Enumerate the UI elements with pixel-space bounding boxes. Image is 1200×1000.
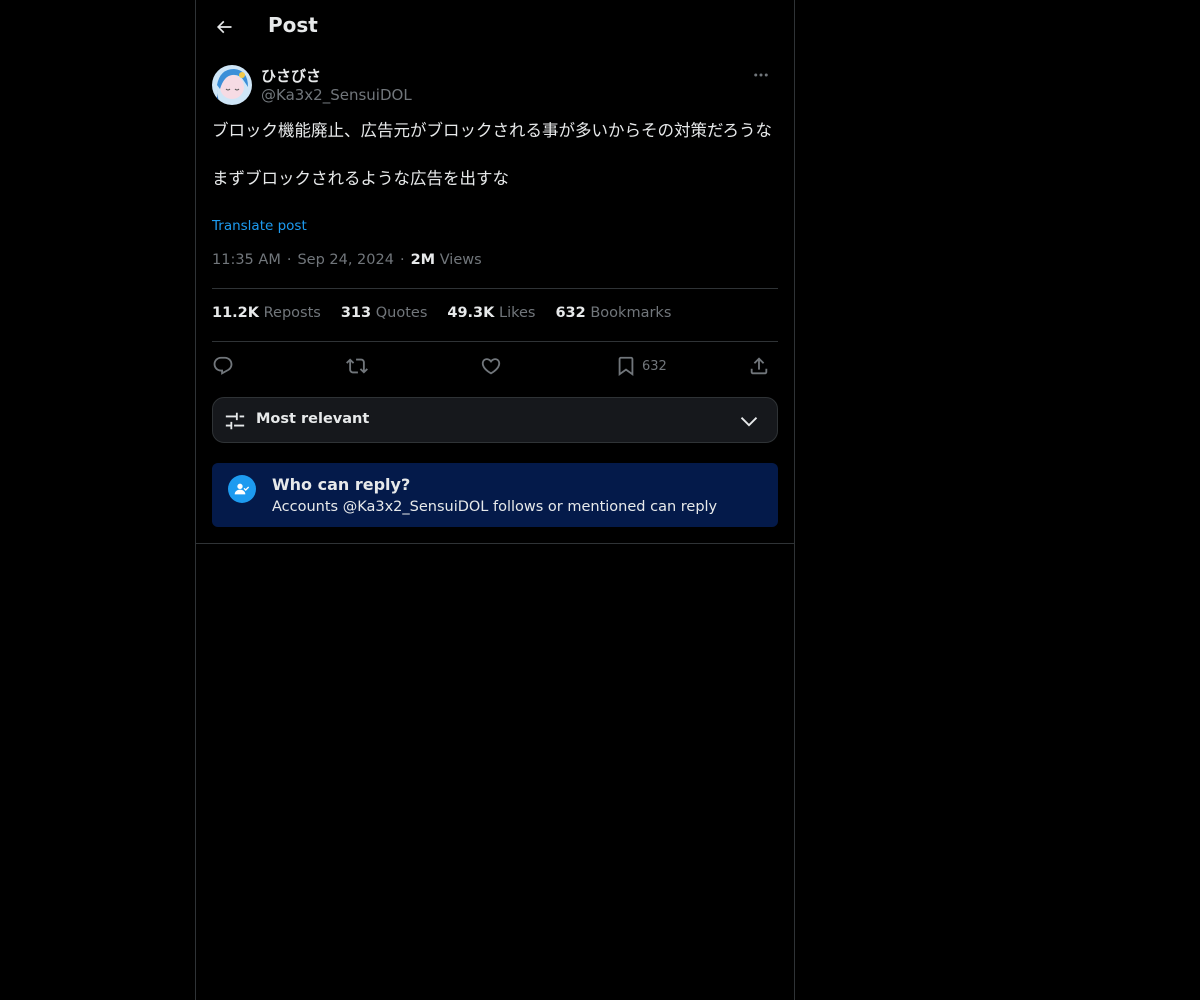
- main-column: Post ひさびさ @Ka3x2_SensuiDOL ブロック機能廃止、広告元が…: [195, 0, 795, 1000]
- more-button[interactable]: [744, 64, 778, 86]
- reply-icon: [213, 356, 233, 375]
- page-title: Post: [268, 13, 318, 37]
- chevron-down-icon: [740, 417, 758, 427]
- page-header: Post: [196, 0, 794, 54]
- repost-button[interactable]: [346, 350, 368, 382]
- divider: [196, 543, 794, 544]
- sliders-icon: [225, 412, 245, 430]
- like-button[interactable]: [480, 350, 502, 382]
- repost-icon: [346, 358, 368, 374]
- share-button[interactable]: [748, 350, 770, 382]
- reply-restriction-title: Who can reply?: [272, 475, 411, 494]
- views-count: 2M: [410, 252, 436, 268]
- share-icon: [750, 357, 768, 375]
- more-horizontal-icon: [754, 73, 768, 77]
- avatar[interactable]: [212, 65, 252, 105]
- views-label: Views: [439, 252, 482, 268]
- reply-restriction-description: Accounts @Ka3x2_SensuiDOL follows or men…: [272, 499, 718, 515]
- bookmark-icon: [618, 356, 634, 377]
- sort-replies-dropdown[interactable]: Most relevant: [212, 397, 778, 443]
- post-time[interactable]: 11:35 AM: [212, 252, 281, 268]
- reposts-count: 11.2K: [212, 305, 260, 321]
- post-author: ひさびさ @Ka3x2_SensuiDOL: [212, 64, 778, 108]
- bookmark-count: 632: [642, 358, 667, 374]
- reply-button[interactable]: [212, 350, 234, 382]
- sort-label: Most relevant: [256, 411, 370, 427]
- post-text: ブロック機能廃止、広告元がブロックされる事が多いからその対策だろうな まずブロッ…: [212, 121, 773, 188]
- back-button[interactable]: [208, 11, 240, 43]
- divider: [212, 288, 778, 289]
- reposts-label: Reposts: [263, 305, 321, 321]
- user-check-icon: [228, 475, 256, 503]
- bookmarks-label: Bookmarks: [590, 305, 672, 321]
- quotes-count: 313: [340, 305, 372, 321]
- post-meta: 11:35 AM · Sep 24, 2024 · 2M Views: [212, 252, 482, 268]
- reposts-stat[interactable]: 11.2K Reposts: [212, 305, 321, 321]
- display-name[interactable]: ひさびさ: [261, 65, 321, 86]
- likes-stat[interactable]: 49.3K Likes: [447, 305, 535, 321]
- heart-icon: [481, 358, 501, 375]
- post-date[interactable]: Sep 24, 2024: [297, 252, 394, 268]
- likes-count: 49.3K: [447, 305, 495, 321]
- bookmarks-count: 632: [555, 305, 586, 321]
- who-can-reply-notice: Who can reply? Accounts @Ka3x2_SensuiDOL…: [212, 463, 778, 527]
- translate-post-link[interactable]: Translate post: [212, 218, 307, 234]
- engagement-stats: 11.2K Reposts 313 Quotes 49.3K Likes 632…: [212, 305, 778, 321]
- bookmark-button[interactable]: 632: [615, 350, 667, 382]
- likes-label: Likes: [499, 305, 536, 321]
- user-handle[interactable]: @Ka3x2_SensuiDOL: [261, 86, 412, 104]
- arrow-left-icon: [216, 20, 232, 34]
- divider: [212, 341, 778, 342]
- bookmarks-stat[interactable]: 632 Bookmarks: [555, 305, 671, 321]
- quotes-stat[interactable]: 313 Quotes: [341, 305, 428, 321]
- quotes-label: Quotes: [375, 305, 428, 321]
- action-bar: 632: [212, 350, 778, 382]
